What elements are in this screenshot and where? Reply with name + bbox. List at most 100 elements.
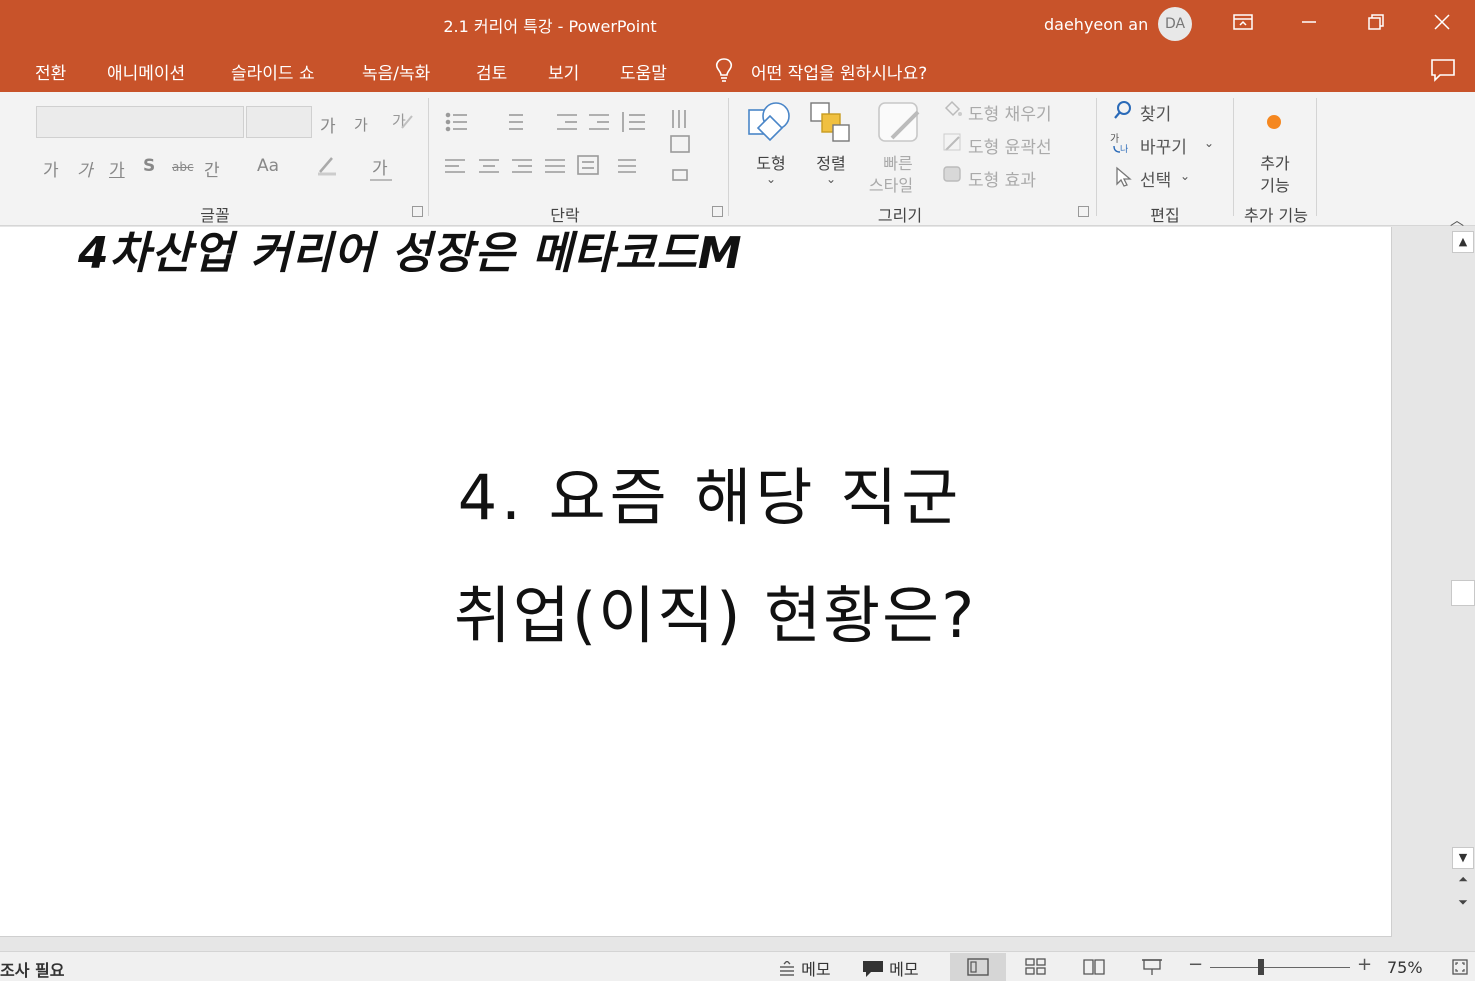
shrink-font-button[interactable]: 가 xyxy=(354,114,368,135)
italic-button[interactable]: 가 xyxy=(77,156,93,181)
shape-fill-icon xyxy=(944,100,962,117)
select-button[interactable]: 선택 xyxy=(1140,166,1171,191)
slide-title-line-1[interactable]: 4. 요즘 해당 직군 xyxy=(0,447,1391,537)
quick-styles-icon[interactable] xyxy=(876,100,922,146)
replace-button[interactable]: 바꾸기 xyxy=(1140,133,1187,158)
restore-button[interactable] xyxy=(1345,0,1407,45)
previous-slide-icon[interactable]: ⏶ xyxy=(1455,872,1471,890)
vertical-scrollbar[interactable]: ▲ ▼ ⏶ ⏷ xyxy=(1450,227,1475,951)
drawing-group-label: 그리기 xyxy=(877,206,923,225)
bold-button[interactable]: 가 xyxy=(43,156,59,181)
change-case-button[interactable]: Aa xyxy=(257,156,279,176)
add-ins-icon xyxy=(1267,115,1281,129)
paragraph-group-label: 단락 xyxy=(550,206,580,225)
group-separator xyxy=(1233,98,1234,216)
paragraph-controls-icon[interactable] xyxy=(445,110,705,190)
shape-effects-icon xyxy=(943,166,961,182)
font-name-box[interactable] xyxy=(36,106,244,138)
tab-help[interactable]: 도움말 xyxy=(620,59,667,84)
group-separator xyxy=(1316,98,1317,216)
accessibility-status[interactable]: 조사 필요 xyxy=(0,957,64,981)
tab-transitions[interactable]: 전환 xyxy=(35,59,66,84)
grow-font-button[interactable]: 가 xyxy=(320,112,336,137)
addins-group-label: 추가 기능 xyxy=(1244,206,1308,225)
find-button[interactable]: 찾기 xyxy=(1140,100,1171,125)
font-color-bar xyxy=(370,179,392,181)
fit-to-window-icon[interactable] xyxy=(1452,959,1468,975)
slide-title-line-2[interactable]: 취업(이직) 현황은? xyxy=(0,565,1391,655)
minimize-button[interactable] xyxy=(1278,0,1340,45)
zoom-out-button[interactable]: − xyxy=(1188,954,1203,975)
font-dialog-launcher[interactable] xyxy=(412,206,423,217)
arrange-button[interactable]: 정렬 xyxy=(808,150,854,174)
scroll-up-button[interactable]: ▲ xyxy=(1452,231,1474,253)
paragraph-dialog-launcher[interactable] xyxy=(712,206,723,217)
restore-icon xyxy=(1368,14,1384,30)
user-name[interactable]: daehyeon an xyxy=(1044,15,1148,34)
normal-view-button[interactable] xyxy=(950,953,1006,981)
clear-format-icon[interactable]: 가 xyxy=(390,110,414,137)
cursor-icon xyxy=(1116,166,1132,187)
highlight-icon[interactable] xyxy=(316,154,338,181)
comments-button[interactable]: 메모 xyxy=(862,956,919,980)
scrollbar-thumb[interactable] xyxy=(1451,580,1475,606)
drawing-dialog-launcher[interactable] xyxy=(1078,206,1089,217)
comments-label: 메모 xyxy=(889,960,919,979)
shape-fill-button[interactable]: 도형 채우기 xyxy=(968,100,1052,125)
group-separator xyxy=(1096,98,1097,216)
font-color-button[interactable]: 가 xyxy=(372,154,388,179)
quick-styles-label-2[interactable]: 스타일 xyxy=(863,172,919,196)
tab-record[interactable]: 녹음/녹화 xyxy=(362,59,430,84)
zoom-slider-track[interactable] xyxy=(1210,967,1350,968)
chevron-down-icon[interactable]: ⌄ xyxy=(1204,136,1214,150)
zoom-level[interactable]: 75% xyxy=(1387,958,1423,977)
notes-button[interactable]: 메모 xyxy=(778,956,831,980)
tab-review[interactable]: 검토 xyxy=(476,59,507,84)
chevron-down-icon[interactable]: ⌄ xyxy=(766,172,776,186)
ribbon-tabs: 전환 애니메이션 슬라이드 쇼 녹음/녹화 검토 보기 도움말 어떤 작업을 원… xyxy=(0,50,1475,92)
tab-view[interactable]: 보기 xyxy=(548,59,579,84)
zoom-in-button[interactable]: + xyxy=(1357,954,1372,975)
zoom-slider-thumb[interactable] xyxy=(1258,959,1264,975)
svg-text:가: 가 xyxy=(1110,133,1119,145)
add-ins-label-1[interactable]: 추가 xyxy=(1250,150,1300,174)
chevron-down-icon[interactable]: ⌄ xyxy=(1180,169,1190,183)
close-button[interactable] xyxy=(1411,0,1473,45)
ribbon-display-options-icon xyxy=(1233,14,1253,30)
slideshow-button[interactable] xyxy=(1124,953,1180,981)
shape-outline-button[interactable]: 도형 윤곽선 xyxy=(968,133,1052,158)
ribbon: 가 가 가 가 가 가 S abc 간 Aa 가 글꼴 단락 도형 ⌄ 정렬 ⌄… xyxy=(0,92,1475,229)
underline-button[interactable]: 가 xyxy=(109,156,125,181)
comment-icon xyxy=(863,961,883,977)
avatar[interactable]: DA xyxy=(1158,7,1192,41)
shadow-button[interactable]: S xyxy=(143,156,155,176)
slide-sorter-icon xyxy=(1025,958,1046,975)
shapes-button[interactable]: 도형 xyxy=(748,150,794,174)
tell-me-search[interactable]: 어떤 작업을 원하시나요? xyxy=(751,59,927,84)
slide-sorter-button[interactable] xyxy=(1008,953,1064,981)
quick-styles-label-1[interactable]: 빠른 xyxy=(875,150,921,174)
strikethrough-button[interactable]: abc xyxy=(172,160,194,174)
comment-icon[interactable] xyxy=(1430,58,1456,82)
minimize-icon xyxy=(1302,21,1316,23)
reading-view-button[interactable] xyxy=(1066,953,1122,981)
status-bar: 조사 필요 메모 메모 − + 75% xyxy=(0,951,1475,981)
add-ins-label-2[interactable]: 기능 xyxy=(1250,172,1300,196)
notes-icon xyxy=(780,960,794,976)
slide-canvas[interactable]: 4차산업 커리어 성장은 메타코드M 4. 요즘 해당 직군 취업(이직) 현황… xyxy=(0,227,1392,937)
group-separator xyxy=(728,98,729,216)
window-title: 2.1 커리어 특강 - PowerPoint xyxy=(443,17,657,36)
tab-slideshow[interactable]: 슬라이드 쇼 xyxy=(231,59,315,84)
chevron-down-icon[interactable]: ⌄ xyxy=(826,172,836,186)
shape-effects-button[interactable]: 도형 효과 xyxy=(968,166,1036,191)
ribbon-display-options-button[interactable] xyxy=(1212,0,1274,45)
arrange-icon[interactable] xyxy=(808,100,852,144)
character-spacing-button[interactable]: 간 xyxy=(204,156,220,181)
slide-banner-text[interactable]: 4차산업 커리어 성장은 메타코드M xyxy=(78,227,743,281)
editing-group-label: 편집 xyxy=(1150,206,1180,225)
tab-animations[interactable]: 애니메이션 xyxy=(107,59,185,84)
font-size-box[interactable] xyxy=(246,106,312,138)
shapes-icon[interactable] xyxy=(746,100,796,146)
next-slide-icon[interactable]: ⏷ xyxy=(1455,895,1471,913)
scroll-down-button[interactable]: ▼ xyxy=(1452,847,1474,869)
